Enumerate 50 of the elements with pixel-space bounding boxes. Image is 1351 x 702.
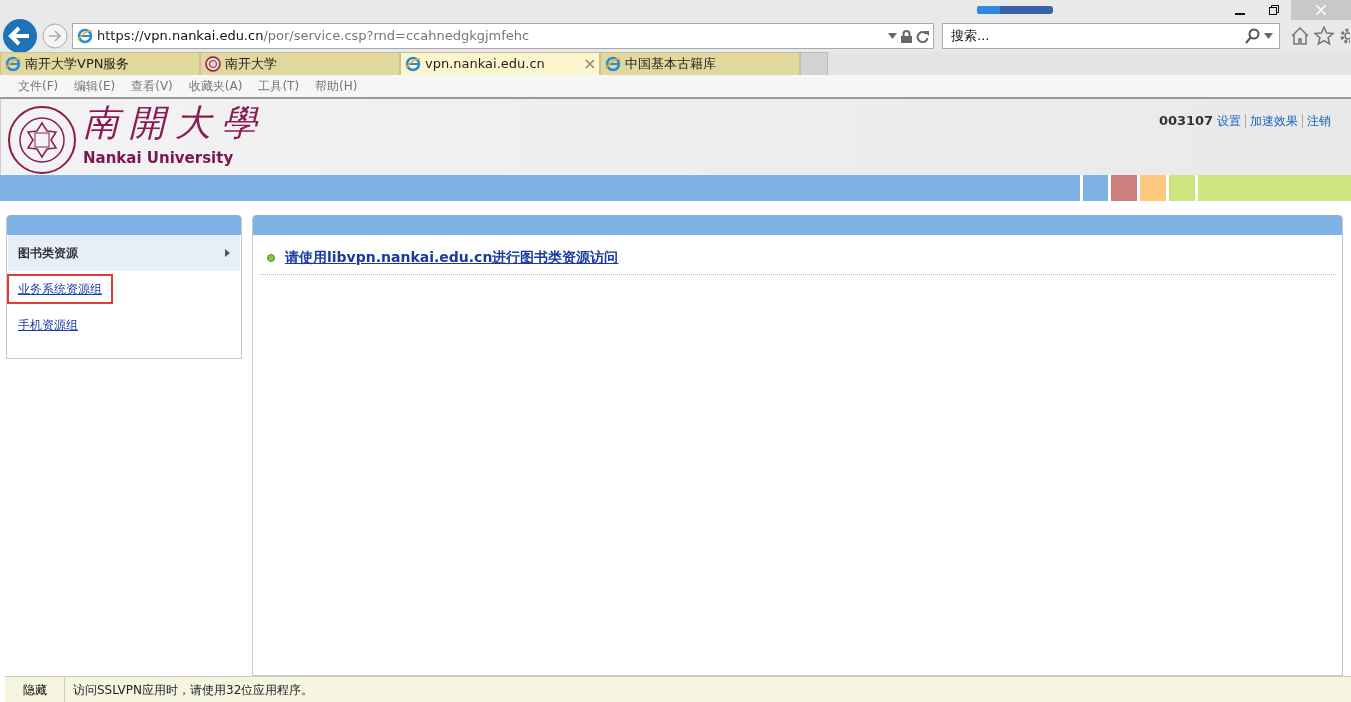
logo-title: 南開大學 [83, 105, 267, 141]
sidebar-category[interactable]: 图书类资源 [8, 235, 240, 271]
home-icon[interactable] [1290, 26, 1310, 46]
status-message: 访问SSLVPN应用时，请使用32位应用程序。 [72, 681, 314, 699]
header-link[interactable]: 加速效果 [1245, 114, 1298, 128]
university-seal-icon [7, 105, 77, 175]
close-icon [1316, 5, 1326, 15]
browser-icon [5, 56, 21, 72]
sidebar-link[interactable]: 手机资源组 [18, 316, 78, 334]
user-id: 003107 [1158, 113, 1214, 128]
address-bar[interactable]: https://vpn.nankai.edu.cn/por/service.csp?rnd=ccahnedgkgjmfehc [72, 23, 934, 49]
dropdown-arrow-icon[interactable] [888, 33, 897, 39]
browser-tab[interactable]: 南开大学 [200, 52, 400, 75]
menu-item[interactable]: 查看(V) [131, 77, 173, 95]
resource-link[interactable]: 请使用libvpn.nankai.edu.cn进行图书类资源访问 [285, 247, 619, 268]
header-bar-segment [1083, 175, 1108, 201]
search-icon[interactable] [1245, 28, 1261, 44]
url-text: https://vpn.nankai.edu.cn/por/service.csp?rnd=ccahnedgkgjmfehc [97, 27, 530, 46]
browser-tab[interactable]: vpn.nankai.edu.cn [400, 52, 600, 75]
menu-item[interactable]: 编辑(E) [74, 77, 116, 95]
minimize-icon [1235, 13, 1245, 15]
favorites-star-icon[interactable] [1314, 26, 1334, 46]
browser-icon [605, 56, 621, 72]
menu-item[interactable]: 帮助(H) [315, 77, 358, 95]
browser-tab[interactable]: 中国基本古籍库 [600, 52, 800, 75]
lock-icon [901, 29, 912, 43]
menu-item[interactable]: 收藏夹(A) [188, 77, 243, 95]
bullet-icon [267, 253, 275, 262]
browser-icon [405, 56, 421, 72]
search-box[interactable]: 搜索... [942, 23, 1280, 49]
logo-subtitle: Nankai University [83, 148, 235, 169]
seal-icon [205, 56, 221, 72]
back-button[interactable] [2, 18, 38, 54]
header-bar-segment [1140, 175, 1166, 201]
hide-button[interactable]: 隐藏 [5, 677, 65, 702]
menu-item[interactable]: 文件(F) [18, 77, 59, 95]
dropdown-arrow-icon[interactable] [1264, 33, 1273, 39]
menu-item[interactable]: 工具(T) [258, 77, 300, 95]
settings-icon[interactable] [1338, 26, 1350, 46]
header-bar-segment [1111, 175, 1137, 201]
close-tab-icon[interactable] [585, 59, 595, 69]
browser-icon [77, 28, 93, 44]
refresh-icon[interactable] [916, 29, 929, 43]
browser-tab[interactable]: 南开大学VPN服务 [0, 52, 200, 75]
header-bar-segment [1169, 175, 1195, 201]
header-link[interactable]: 注销 [1302, 114, 1331, 128]
sidebar-link[interactable]: 业务系统资源组 [18, 282, 102, 296]
header-link[interactable]: 设置 [1217, 114, 1241, 128]
expand-arrow-icon [225, 249, 230, 257]
restore-icon [1269, 5, 1279, 15]
